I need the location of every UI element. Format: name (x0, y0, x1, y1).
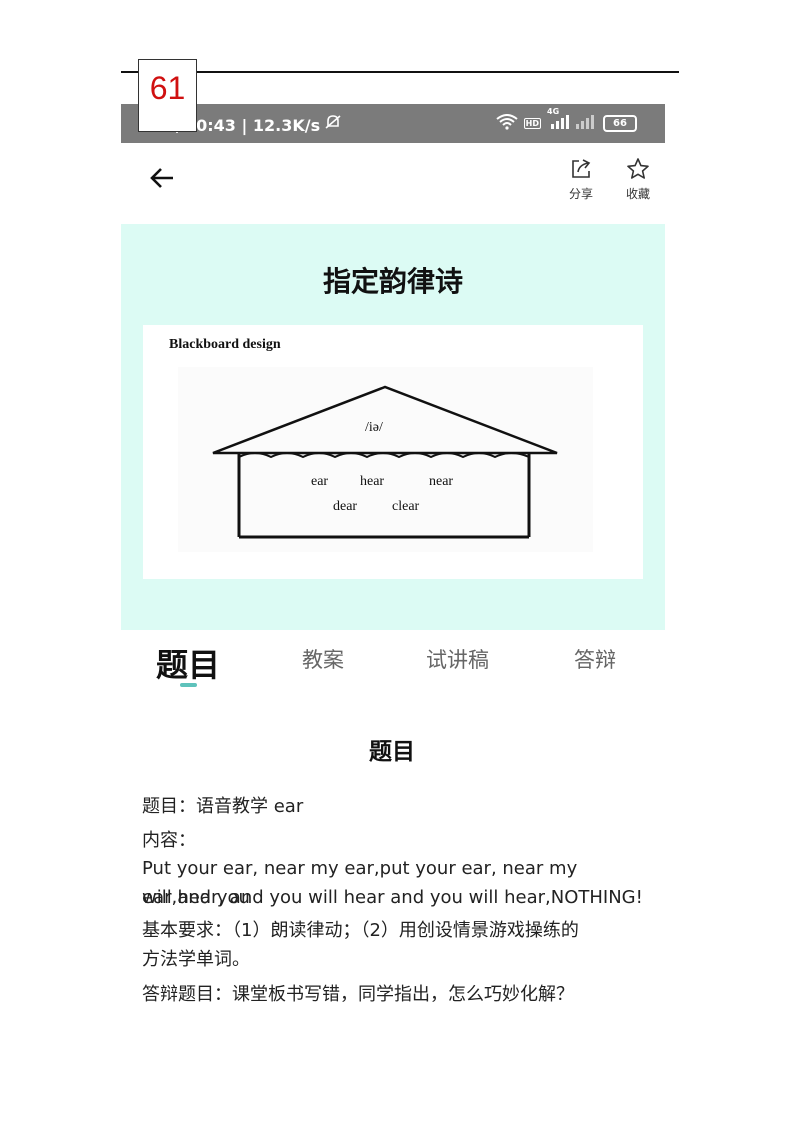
word-ear: ear (311, 474, 328, 489)
content-line-2: will hear, and you will hear and you wil… (142, 887, 643, 908)
word-near: near (429, 474, 453, 489)
section-title: 题目 (369, 739, 415, 765)
tab-bar: 题目 教案 试讲稿 答辩 (121, 630, 665, 696)
tab-trial-script[interactable]: 试讲稿 (426, 644, 489, 674)
house-diagram: /iə/ ear hear near dear clear (178, 367, 593, 552)
requirements-line-2: 方法学单词。 (142, 949, 250, 970)
defense-question: 答辩题目：课堂板书写错，同学指出，怎么巧妙化解？ (142, 984, 574, 1005)
requirements-line-1: 基本要求：（1）朗读律动；（2）用创设情景游戏操练的 (142, 920, 579, 941)
word-dear: dear (333, 499, 357, 514)
signal-icon (575, 114, 597, 133)
signal-4g-icon: 4G (547, 107, 569, 133)
page-number-badge: 61 (138, 59, 197, 132)
share-icon (572, 159, 591, 178)
blackboard-image: Blackboard design /iə/ ear hear near dea… (143, 325, 643, 579)
status-icons: HD 4G 66 (496, 104, 637, 143)
word-clear: clear (392, 499, 420, 514)
back-arrow-icon[interactable] (147, 163, 177, 193)
cover-banner: 指定韵律诗 Blackboard design /iə/ ear hear ne… (121, 224, 665, 630)
battery-icon: 66 (603, 115, 637, 132)
star-icon (627, 158, 649, 179)
status-bar: 上午10:43 | 12.3K/s HD 4G 66 (121, 104, 665, 143)
mute-bell-icon (324, 114, 342, 134)
app-header: 分享 收藏 (121, 143, 665, 224)
tab-topic[interactable]: 题目 (156, 640, 220, 686)
active-tab-indicator (180, 683, 197, 687)
tab-lesson-plan[interactable]: 教案 (302, 644, 344, 674)
content-label: 内容： (142, 830, 196, 851)
network-label: 4G (547, 106, 560, 116)
share-label: 分享 (568, 187, 593, 201)
tab-defense[interactable]: 答辩 (574, 644, 616, 674)
favorite-label: 收藏 (625, 187, 650, 201)
hd-icon: HD (523, 118, 541, 129)
top-divider (121, 71, 679, 73)
phoneme-label: /iə/ (365, 420, 383, 435)
wifi-icon (496, 113, 518, 134)
topic-line: 题目：语音教学 ear (142, 796, 304, 817)
word-hear: hear (360, 474, 384, 489)
share-button[interactable]: 分享 (561, 157, 601, 202)
favorite-button[interactable]: 收藏 (618, 157, 658, 202)
phone-screenshot: 上午10:43 | 12.3K/s HD 4G 66 分享 收藏 指定韵律诗 B… (121, 104, 665, 696)
banner-title: 指定韵律诗 (322, 265, 463, 298)
